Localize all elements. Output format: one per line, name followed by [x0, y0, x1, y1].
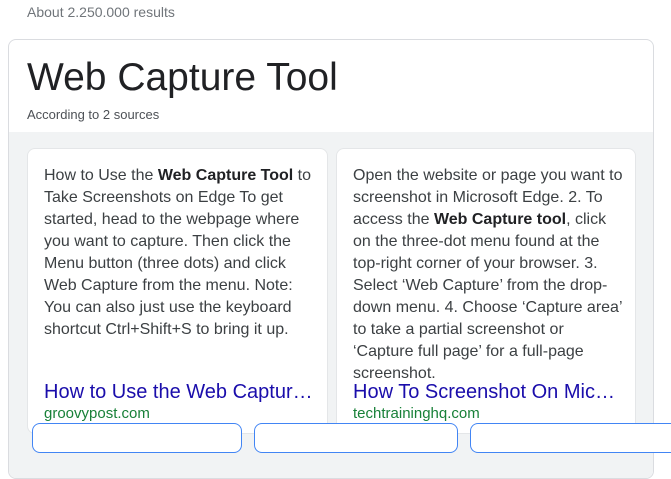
snippet-text: How to Use the [44, 167, 158, 184]
results-count: About 2.250.000 results [27, 4, 175, 20]
source-card-techtraininghq[interactable]: Open the website or page you want to scr… [336, 148, 636, 434]
card-subtitle: According to 2 sources [27, 107, 160, 122]
related-chip[interactable] [470, 423, 671, 453]
source-link[interactable]: How to Use the Web Capture Tool to Take … [44, 379, 313, 405]
snippet-highlight: Web Capture Tool [157, 167, 294, 184]
source-snippet: How to Use the Web Capture Tool to Take … [44, 165, 317, 341]
source-snippet: Open the website or page you want to scr… [353, 165, 625, 385]
related-chip[interactable] [32, 423, 242, 453]
source-domain: techtraininghq.com [353, 405, 480, 422]
related-chip[interactable] [254, 423, 458, 453]
source-domain: groovypost.com [44, 405, 150, 422]
source-card-groovypost[interactable]: How to Use the Web Capture Tool to Take … [27, 148, 328, 434]
snippet-highlight: Web Capture tool [433, 211, 567, 228]
snippet-text: , click on the three-dot menu found at t… [353, 211, 622, 382]
source-link[interactable]: How To Screenshot On Microsoft Edge [353, 379, 621, 405]
answer-card: Web Capture Tool According to 2 sources … [8, 39, 654, 479]
snippet-text: to Take Screenshots on Edge To get start… [44, 167, 312, 338]
card-title: Web Capture Tool [27, 56, 338, 99]
